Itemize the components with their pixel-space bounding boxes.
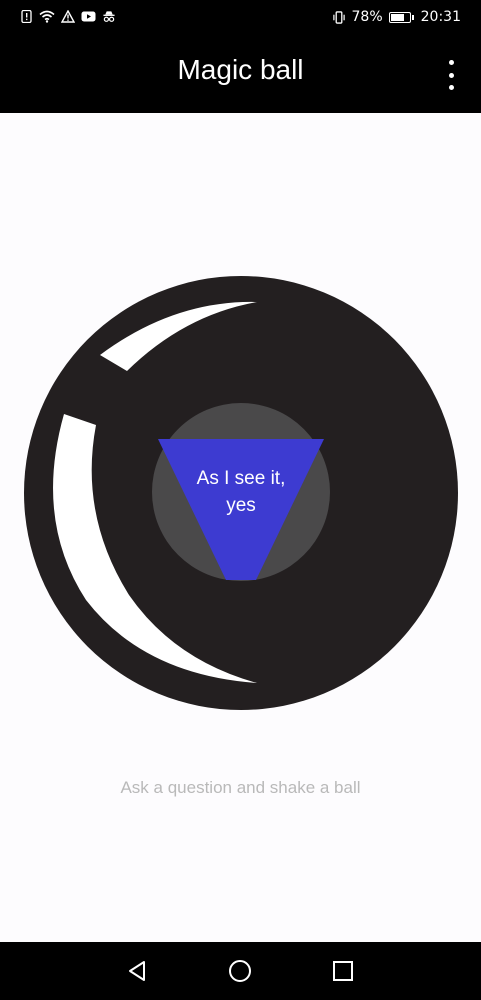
battery-level-fill xyxy=(390,13,404,21)
answer-line-2: yes xyxy=(226,495,256,516)
menu-dot xyxy=(448,60,454,65)
page-title: Magic ball xyxy=(177,54,304,85)
back-triangle-icon[interactable] xyxy=(124,958,150,984)
menu-dot xyxy=(448,85,454,90)
battery-percent: 78% xyxy=(351,9,383,25)
home-circle-icon[interactable] xyxy=(227,958,253,984)
status-right: 78% 20:31 xyxy=(332,9,461,25)
hint-text: Ask a question and shake a ball xyxy=(120,778,361,797)
recents-square-icon[interactable] xyxy=(330,958,356,984)
warning-icon xyxy=(61,10,75,23)
youtube-icon xyxy=(81,11,96,22)
answer-text: As I see it, yes xyxy=(168,465,314,519)
more-vert-icon[interactable] xyxy=(441,60,461,90)
incognito-icon xyxy=(103,11,115,22)
wifi-icon xyxy=(39,10,55,23)
answer-line-1: As I see it, xyxy=(196,468,286,489)
status-bar: 78% 20:31 xyxy=(0,0,481,36)
app-bar: Magic ball xyxy=(0,36,481,113)
clock-time: 20:31 xyxy=(420,9,461,25)
battery-icon xyxy=(388,11,414,23)
menu-dot xyxy=(448,72,454,78)
status-left-icons xyxy=(20,10,116,23)
vibrate-icon xyxy=(332,10,345,24)
nav-bar xyxy=(0,942,481,1000)
notification-alert-icon xyxy=(21,10,32,23)
